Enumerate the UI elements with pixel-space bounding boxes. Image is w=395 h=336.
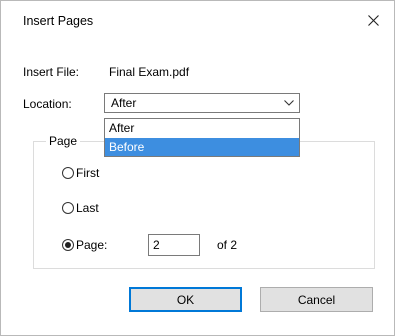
dialog-title: Insert Pages	[23, 14, 94, 28]
close-icon	[367, 14, 379, 26]
insert-pages-dialog: Insert Pages Insert File: Final Exam.pdf…	[0, 0, 395, 336]
insert-file-name: Final Exam.pdf	[109, 65, 190, 79]
radio-first[interactable]	[62, 167, 74, 179]
radio-page-label[interactable]: Page:	[76, 238, 107, 252]
insert-file-label: Insert File:	[23, 65, 80, 79]
location-dropdown-toggle[interactable]	[279, 94, 299, 112]
page-group-legend: Page	[46, 134, 81, 148]
close-button[interactable]	[362, 9, 384, 31]
ok-button[interactable]: OK	[129, 287, 242, 312]
chevron-down-icon	[284, 100, 294, 106]
location-option-before[interactable]: Before	[105, 138, 299, 156]
page-count-label: of 2	[217, 238, 238, 252]
cancel-button-label: Cancel	[297, 292, 336, 307]
ok-button-label: OK	[176, 292, 195, 307]
page-number-input[interactable]	[149, 235, 199, 255]
title-bar: Insert Pages	[1, 1, 394, 41]
cancel-button[interactable]: Cancel	[260, 287, 373, 312]
location-selected-value: After	[111, 96, 137, 110]
radio-first-label[interactable]: First	[76, 166, 99, 180]
page-number-field[interactable]	[148, 234, 200, 256]
location-dropdown-list: After Before	[104, 118, 300, 157]
radio-last-label[interactable]: Last	[76, 201, 99, 215]
radio-page[interactable]	[62, 239, 74, 251]
radio-last[interactable]	[62, 202, 74, 214]
location-select[interactable]: After	[104, 93, 300, 113]
location-option-after[interactable]: After	[105, 119, 299, 137]
location-label: Location:	[23, 97, 72, 111]
